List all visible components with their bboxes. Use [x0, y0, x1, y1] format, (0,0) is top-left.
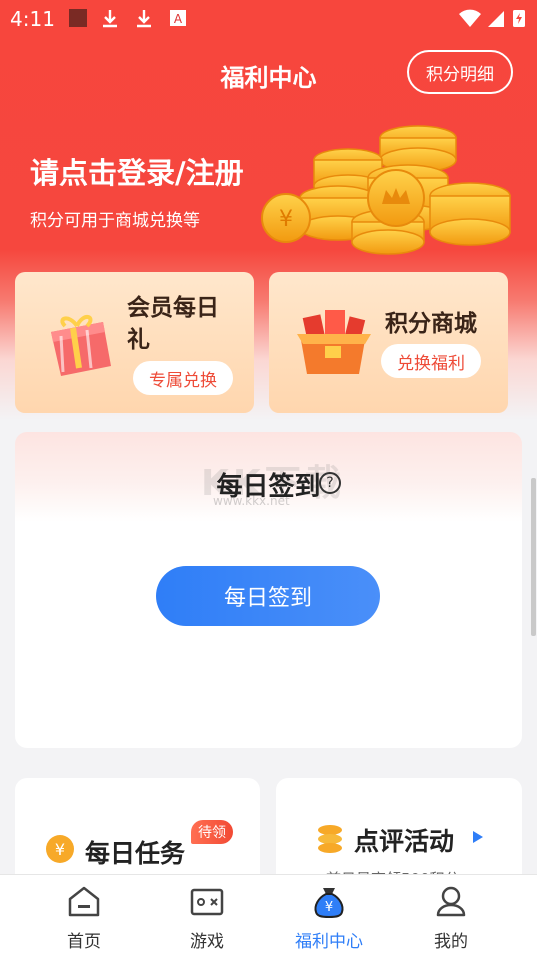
member-daily-gift-card[interactable]: 会员每日 礼 专属兑换: [15, 272, 254, 413]
tab-home[interactable]: 首页: [17, 875, 151, 956]
svg-text:¥: ¥: [279, 207, 293, 232]
bottom-tab-bar: 首页 游戏 ¥ 福利中心 我的: [0, 874, 537, 956]
notification-square-icon: [69, 9, 87, 27]
scrollbar[interactable]: [531, 478, 536, 636]
app-a-icon: A: [170, 10, 186, 26]
user-icon: [436, 886, 466, 917]
login-register-link[interactable]: 请点击登录/注册: [30, 150, 244, 192]
play-arrow-icon[interactable]: [472, 830, 484, 844]
member-card-title-line2: 礼: [127, 327, 150, 353]
tab-welfare-center[interactable]: ¥ 福利中心: [262, 875, 396, 956]
battery-charging-icon: [513, 10, 525, 27]
tab-home-label: 首页: [67, 932, 101, 952]
wifi-icon: [459, 9, 481, 27]
coin-stack-icon: [318, 825, 342, 853]
pending-claim-badge: 待领: [191, 820, 233, 844]
review-activity-title: 点评活动: [354, 827, 455, 856]
gift-box-icon: [51, 315, 111, 376]
status-bar: 4:11 A: [0, 0, 537, 36]
points-detail-button[interactable]: 积分明细: [407, 50, 513, 94]
login-subtitle: 积分可用于商城兑换等: [30, 211, 200, 231]
tab-games-label: 游戏: [190, 932, 224, 952]
daily-tasks-title: 每日任务: [85, 839, 186, 868]
status-time: 4:11: [10, 7, 55, 31]
gamepad-icon: [190, 888, 224, 916]
home-icon: [68, 886, 100, 917]
svg-text:¥: ¥: [55, 840, 65, 859]
download-icon: [103, 10, 117, 28]
money-bag-icon: ¥: [314, 888, 344, 919]
points-mall-title: 积分商城: [385, 311, 477, 337]
treasure-box-icon: [297, 310, 371, 374]
daily-checkin-card: KK下载 www.kkx.net 每日签到 ? 每日签到: [15, 432, 522, 748]
member-card-title: 会员每日 礼: [127, 292, 219, 356]
checkin-title: 每日签到: [216, 472, 321, 502]
title-bar: 福利中心 积分明细: [0, 44, 537, 100]
svg-text:A: A: [174, 12, 183, 26]
exclusive-exchange-button[interactable]: 专属兑换: [133, 361, 233, 395]
help-icon[interactable]: ?: [319, 472, 341, 494]
tab-mine[interactable]: 我的: [384, 875, 518, 956]
svg-text:¥: ¥: [325, 900, 333, 915]
exchange-benefits-button[interactable]: 兑换福利: [381, 344, 481, 378]
points-mall-card[interactable]: 积分商城 兑换福利: [269, 272, 508, 413]
download-icon: [137, 10, 151, 28]
signal-icon: [488, 11, 504, 27]
yuan-coin-icon: ¥: [46, 835, 74, 863]
tab-games[interactable]: 游戏: [140, 875, 274, 956]
daily-checkin-button[interactable]: 每日签到: [156, 566, 380, 626]
tab-welfare-center-label: 福利中心: [295, 932, 363, 952]
coin-stack-illustration: ¥: [261, 125, 511, 255]
member-card-title-line1: 会员每日: [127, 295, 219, 321]
tab-mine-label: 我的: [434, 932, 468, 952]
